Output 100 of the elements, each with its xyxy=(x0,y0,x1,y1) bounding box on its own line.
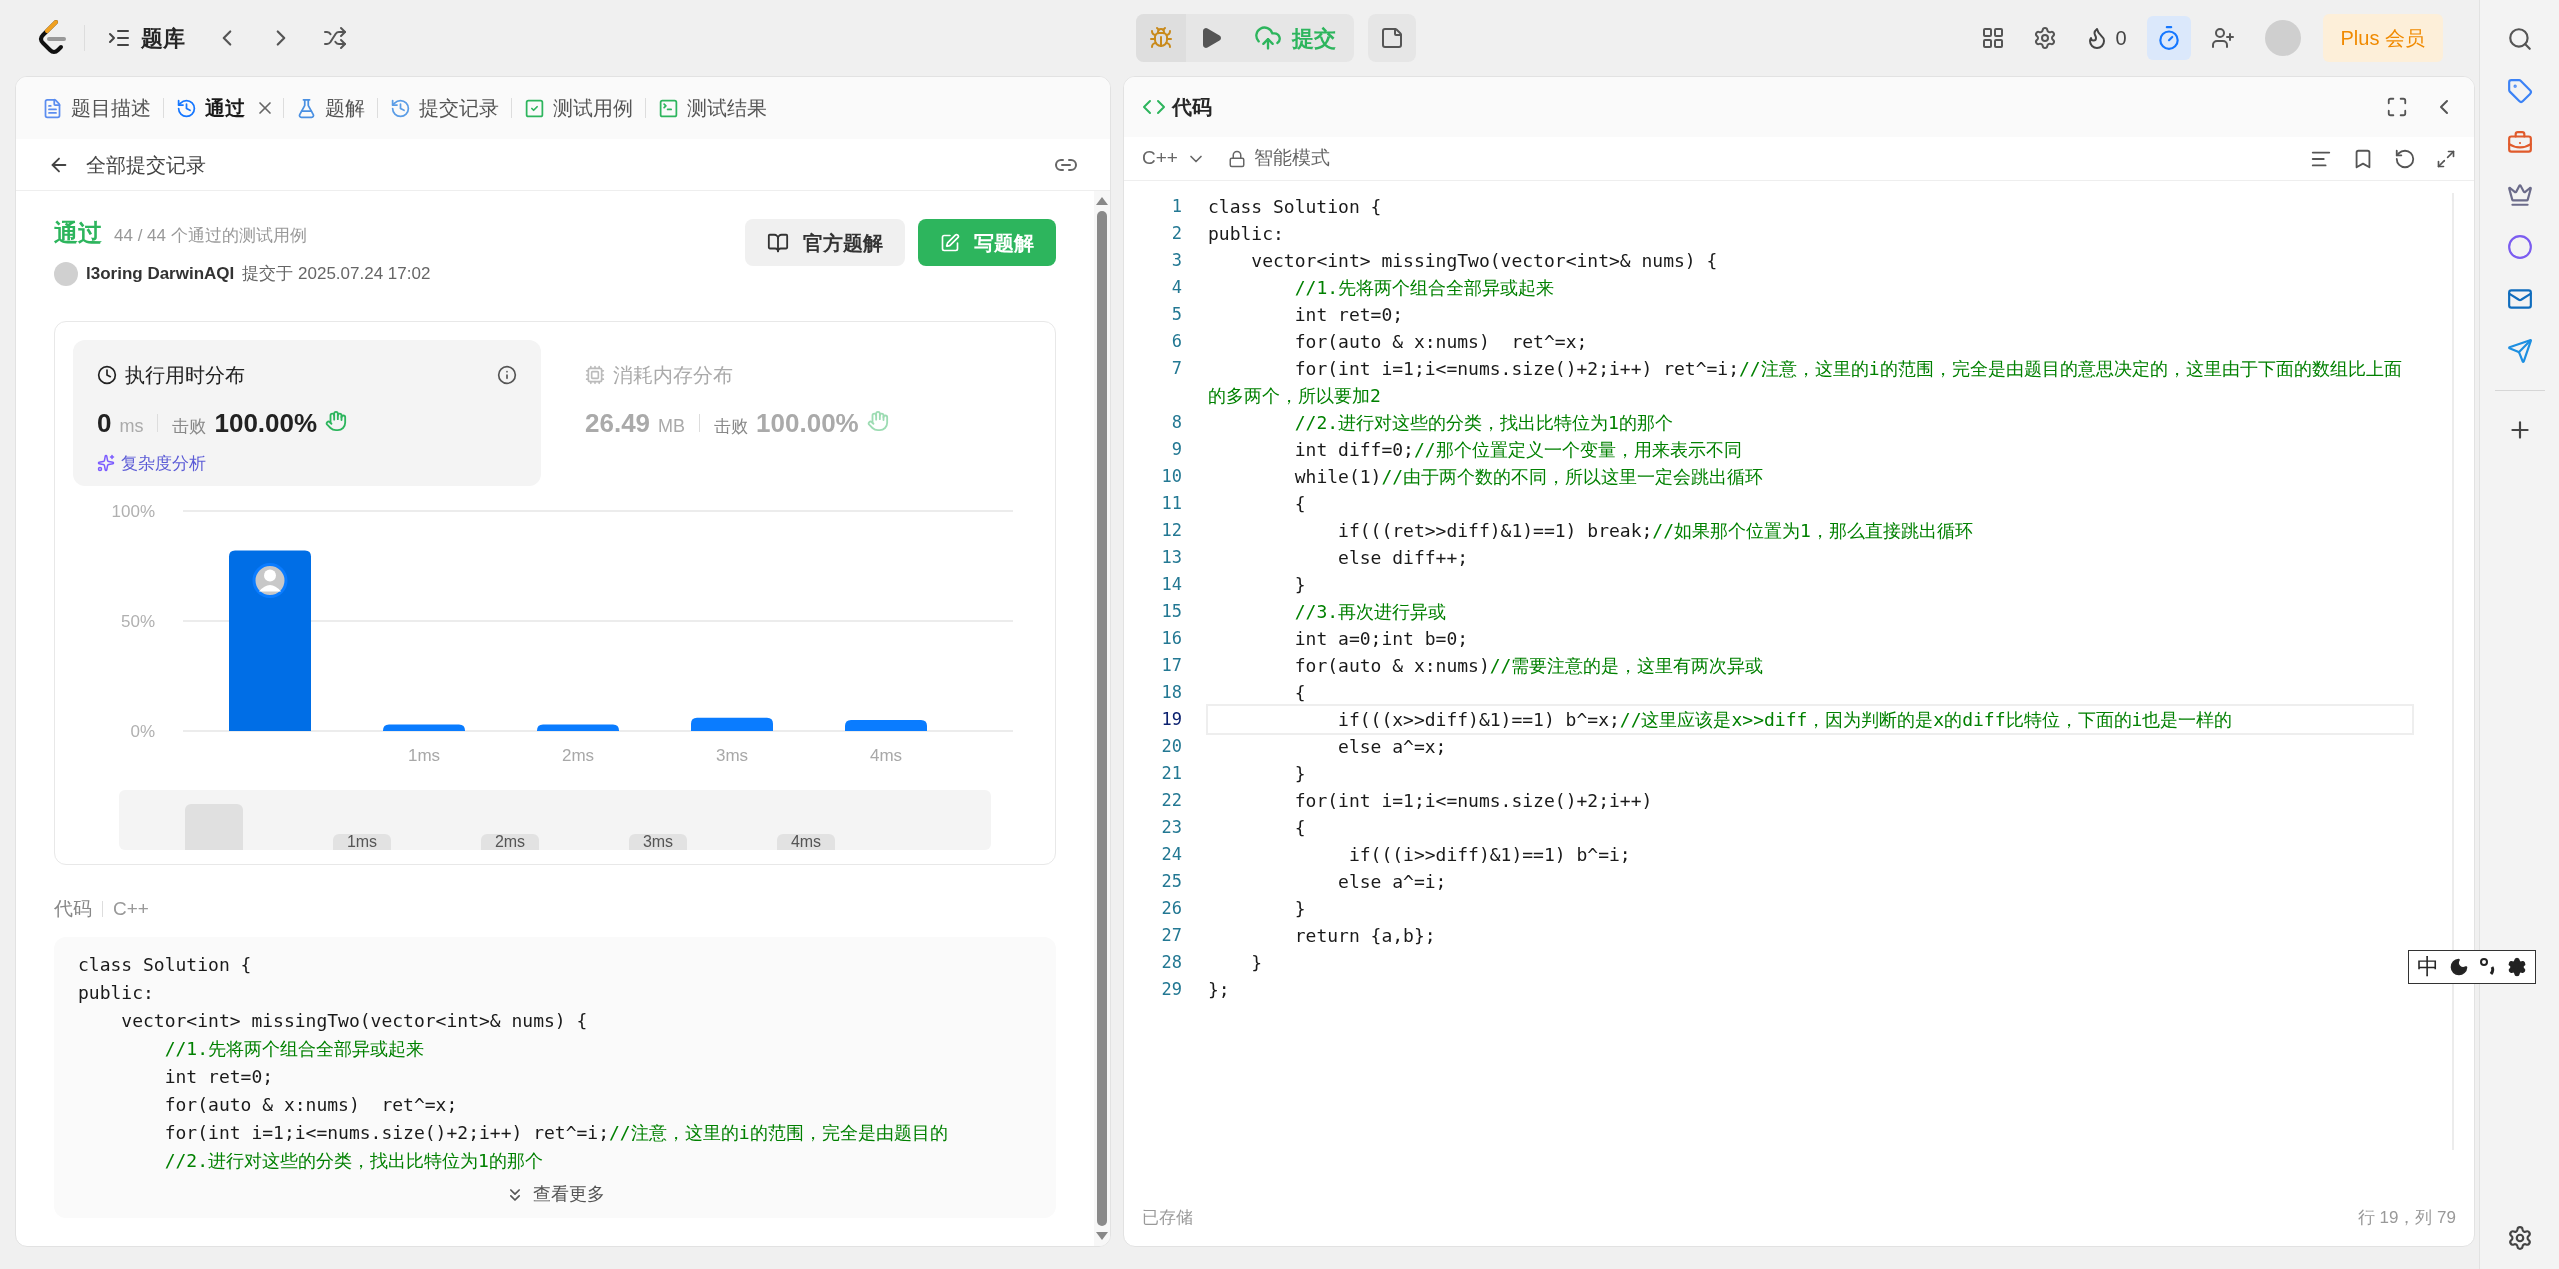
code-line: { xyxy=(1293,816,1307,840)
overview-label: 2ms xyxy=(481,833,539,850)
bar[interactable] xyxy=(845,719,927,731)
toolbox-icon xyxy=(2506,130,2533,156)
tab-icon xyxy=(390,97,411,119)
submitted-time: 提交于 2025.07.24 17:02 xyxy=(242,263,431,285)
code-line: for(auto & x:nums)//需要注意的是，这里有两次异或 xyxy=(1293,654,1765,678)
copilot-button[interactable] xyxy=(2506,234,2533,260)
stat-value: 0 xyxy=(97,406,112,440)
overview-label: 3ms xyxy=(629,833,687,850)
stat-unit: ms xyxy=(119,414,144,438)
show-more-button[interactable]: 查看更多 xyxy=(505,1181,605,1208)
settings-button[interactable] xyxy=(2506,1225,2533,1251)
beat-label: 击败 xyxy=(172,415,207,438)
chess-button[interactable] xyxy=(2506,182,2533,208)
line-number: 16 xyxy=(1160,627,1182,650)
panel-tab[interactable]: 题目描述 xyxy=(38,93,155,123)
info-icon xyxy=(497,364,517,385)
back-link[interactable]: 全部提交记录 xyxy=(48,149,206,180)
bar[interactable] xyxy=(691,717,773,731)
bar[interactable] xyxy=(229,550,311,731)
punctuation-icon xyxy=(2479,957,2497,977)
code-line: class Solution { xyxy=(1208,195,1383,219)
x-tick-label: 3ms xyxy=(715,745,749,765)
user-plus-icon xyxy=(2210,26,2235,50)
editor-title: 代码 xyxy=(1172,95,1212,120)
send-icon xyxy=(2506,338,2533,364)
note-button[interactable] xyxy=(1368,14,1416,62)
toolbox-button[interactable] xyxy=(2506,130,2533,156)
code-line: class Solution { xyxy=(78,953,253,977)
complexity-analysis-link[interactable]: 复杂度分析 xyxy=(97,450,206,476)
stat-value: 26.49 xyxy=(585,406,651,440)
status-text: 通过 xyxy=(54,218,102,248)
stat-unit: MB xyxy=(658,414,686,438)
language-label: C++ xyxy=(113,896,149,921)
edit-icon xyxy=(940,232,960,253)
panel-tab[interactable]: 题解 xyxy=(292,93,369,123)
streak-button[interactable]: 0 xyxy=(2077,23,2135,53)
mail-icon xyxy=(2506,286,2533,312)
stat-tile[interactable]: 消耗内存分布 26.49 MB 击败 100.00% xyxy=(561,339,1029,486)
overview-label: 4ms xyxy=(777,833,835,850)
code-line: public: xyxy=(78,981,155,1005)
panel-tab[interactable]: 测试结果 xyxy=(654,93,771,123)
tag-button[interactable] xyxy=(2506,78,2533,104)
line-number: 7 xyxy=(1170,357,1182,380)
line-number: 27 xyxy=(1160,924,1182,947)
bar[interactable] xyxy=(383,723,465,731)
mail-button[interactable] xyxy=(2506,286,2533,312)
line-number: 20 xyxy=(1160,735,1182,758)
line-number: 21 xyxy=(1160,762,1182,785)
mode-label: 智能模式 xyxy=(1253,146,1330,171)
sparkle-icon xyxy=(97,454,115,473)
code-line: int a=0;int b=0; xyxy=(1293,627,1470,651)
fullscreen-icon xyxy=(2386,96,2408,118)
fullscreen-button[interactable] xyxy=(2386,96,2408,118)
line-number: 5 xyxy=(1170,303,1182,326)
y-tick-label: 50% xyxy=(120,611,155,631)
clock-icon xyxy=(97,364,117,385)
panel-tab[interactable]: 通过 xyxy=(172,93,249,123)
code-line: else a^=x; xyxy=(1337,735,1448,759)
send-button[interactable] xyxy=(2506,338,2533,364)
panel-tab[interactable]: 提交记录 xyxy=(386,93,503,123)
timer-button[interactable] xyxy=(2146,16,2191,60)
line-number: 1 xyxy=(1170,195,1182,218)
line-number: 19 xyxy=(1160,708,1182,731)
line-number: 6 xyxy=(1170,330,1182,353)
problem-list-button[interactable]: 题库 xyxy=(99,21,193,55)
range-overview[interactable]: 1ms 2ms 3ms 4ms xyxy=(119,789,991,850)
moon-icon xyxy=(2449,957,2469,977)
line-number: 18 xyxy=(1160,681,1182,704)
bar[interactable] xyxy=(537,723,619,731)
scrollbar[interactable] xyxy=(1094,191,1110,1246)
expand-button[interactable] xyxy=(2436,148,2456,169)
beat-label: 击败 xyxy=(714,415,749,438)
expand-icon xyxy=(2436,148,2456,169)
search-button[interactable] xyxy=(2506,26,2533,52)
tab-icon xyxy=(176,97,197,119)
code-line: vector<int> missingTwo(vector<int>& nums) { xyxy=(120,1009,589,1033)
y-tick-label: 0% xyxy=(130,721,155,741)
code-line: for(int i=1;i<=nums.size()+2;i++) ret^=i;//注意，这里的i的范围，完全是由题目的意思决定的，这里由于下面的数组比上面的多两个，所以要加2 xyxy=(1208,357,2403,408)
code-line: //3.再次进行异或 xyxy=(1293,600,1448,624)
overview-label: 1ms xyxy=(333,833,391,850)
line-number: 2 xyxy=(1170,222,1182,245)
code-line: //1.先将两个组合全部异或起来 xyxy=(1293,276,1556,300)
code-line: //2.进行对这些的分类，找出比特位为1的那个 xyxy=(1293,411,1674,435)
reset-button[interactable] xyxy=(2394,147,2416,170)
panel-tab[interactable]: 测试用例 xyxy=(520,93,637,123)
stat-tile[interactable]: 执行用时分布 0 ms 击败 100.00% 复杂度分析 xyxy=(73,339,541,486)
official-solution-button[interactable]: 官方题解 xyxy=(745,219,905,266)
ime-language-button[interactable]: 中 xyxy=(2417,955,2439,979)
username[interactable]: l3oring DarwinAQI xyxy=(86,261,235,287)
line-number: 28 xyxy=(1160,951,1182,974)
grid-icon xyxy=(1981,26,2006,50)
line-number: 29 xyxy=(1160,978,1182,1001)
code-line: int diff=0;//那个位置定义一个变量，用来表示不同 xyxy=(1293,438,1743,462)
code-line: //1.先将两个组合全部异或起来 xyxy=(163,1037,426,1061)
cursor-position: 行 19，列 79 xyxy=(2357,1207,2456,1230)
line-number: 26 xyxy=(1160,897,1182,920)
line-number: 14 xyxy=(1160,573,1182,596)
language-select[interactable]: C++ xyxy=(1142,144,1206,173)
